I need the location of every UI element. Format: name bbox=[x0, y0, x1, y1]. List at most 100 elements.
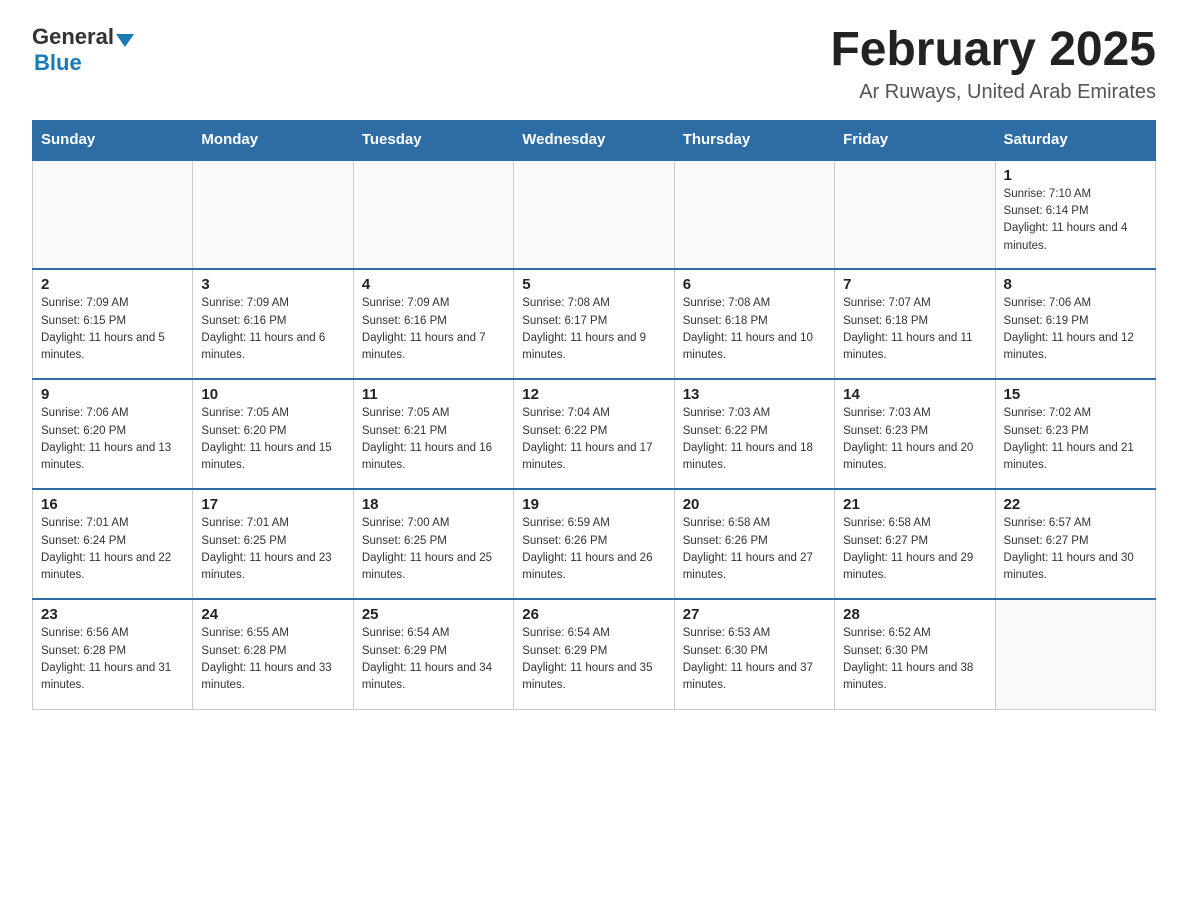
day-number: 4 bbox=[362, 276, 505, 293]
table-row bbox=[353, 159, 513, 269]
day-number: 22 bbox=[1004, 496, 1147, 513]
day-number: 8 bbox=[1004, 276, 1147, 293]
day-number: 14 bbox=[843, 386, 986, 403]
day-number: 10 bbox=[201, 386, 344, 403]
day-number: 6 bbox=[683, 276, 826, 293]
day-number: 3 bbox=[201, 276, 344, 293]
day-info: Sunrise: 6:57 AMSunset: 6:27 PMDaylight:… bbox=[1004, 515, 1147, 584]
day-info: Sunrise: 7:09 AMSunset: 6:15 PMDaylight:… bbox=[41, 295, 184, 364]
table-row: 3 Sunrise: 7:09 AMSunset: 6:16 PMDaylight… bbox=[193, 269, 353, 379]
day-info: Sunrise: 7:09 AMSunset: 6:16 PMDaylight:… bbox=[201, 295, 344, 364]
day-info: Sunrise: 6:58 AMSunset: 6:27 PMDaylight:… bbox=[843, 515, 986, 584]
day-number: 18 bbox=[362, 496, 505, 513]
day-info: Sunrise: 6:55 AMSunset: 6:28 PMDaylight:… bbox=[201, 625, 344, 694]
table-row: 27 Sunrise: 6:53 AMSunset: 6:30 PMDayligh… bbox=[674, 599, 834, 709]
day-number: 19 bbox=[522, 496, 665, 513]
day-number: 12 bbox=[522, 386, 665, 403]
table-row: 26 Sunrise: 6:54 AMSunset: 6:29 PMDayligh… bbox=[514, 599, 674, 709]
table-row: 25Sunrise: 6:54 AMSunset: 6:29 PMDayligh… bbox=[353, 599, 513, 709]
table-row bbox=[33, 159, 193, 269]
table-row: 2 Sunrise: 7:09 AMSunset: 6:15 PMDaylight… bbox=[33, 269, 193, 379]
day-info: Sunrise: 6:53 AMSunset: 6:30 PMDaylight:… bbox=[683, 625, 826, 694]
table-row: 16 Sunrise: 7:01 AMSunset: 6:24 PMDayligh… bbox=[33, 489, 193, 599]
table-row: 17 Sunrise: 7:01 AMSunset: 6:25 PMDayligh… bbox=[193, 489, 353, 599]
day-info: Sunrise: 7:08 AMSunset: 6:17 PMDaylight:… bbox=[522, 295, 665, 364]
calendar-week-row: 9 Sunrise: 7:06 AMSunset: 6:20 PMDaylight… bbox=[33, 379, 1156, 489]
table-row: 15 Sunrise: 7:02 AMSunset: 6:23 PMDayligh… bbox=[995, 379, 1155, 489]
calendar-header-row: Sunday Monday Tuesday Wednesday Thursday… bbox=[33, 120, 1156, 159]
table-row bbox=[995, 599, 1155, 709]
day-number: 11 bbox=[362, 386, 505, 403]
day-info: Sunrise: 7:00 AMSunset: 6:25 PMDaylight:… bbox=[362, 515, 505, 584]
day-number: 25 bbox=[362, 606, 505, 623]
day-number: 9 bbox=[41, 386, 184, 403]
table-row: 21 Sunrise: 6:58 AMSunset: 6:27 PMDayligh… bbox=[835, 489, 995, 599]
day-number: 26 bbox=[522, 606, 665, 623]
table-row: 14 Sunrise: 7:03 AMSunset: 6:23 PMDayligh… bbox=[835, 379, 995, 489]
table-row: 6 Sunrise: 7:08 AMSunset: 6:18 PMDaylight… bbox=[674, 269, 834, 379]
table-row: 22 Sunrise: 6:57 AMSunset: 6:27 PMDayligh… bbox=[995, 489, 1155, 599]
col-sunday: Sunday bbox=[33, 120, 193, 159]
table-row: 4 Sunrise: 7:09 AMSunset: 6:16 PMDaylight… bbox=[353, 269, 513, 379]
day-info: Sunrise: 7:08 AMSunset: 6:18 PMDaylight:… bbox=[683, 295, 826, 364]
day-info: Sunrise: 7:03 AMSunset: 6:23 PMDaylight:… bbox=[843, 405, 986, 474]
page-header: General Blue February 2025 Ar Ruways, Un… bbox=[32, 24, 1156, 104]
calendar-week-row: 1 Sunrise: 7:10 AMSunset: 6:14 PMDaylight… bbox=[33, 159, 1156, 269]
day-info: Sunrise: 7:10 AMSunset: 6:14 PMDaylight:… bbox=[1004, 186, 1147, 255]
table-row: 20Sunrise: 6:58 AMSunset: 6:26 PMDayligh… bbox=[674, 489, 834, 599]
day-number: 5 bbox=[522, 276, 665, 293]
table-row bbox=[674, 159, 834, 269]
month-title: February 2025 bbox=[830, 24, 1156, 77]
day-number: 2 bbox=[41, 276, 184, 293]
logo-blue-text: Blue bbox=[34, 50, 82, 76]
day-number: 28 bbox=[843, 606, 986, 623]
day-number: 16 bbox=[41, 496, 184, 513]
title-block: February 2025 Ar Ruways, United Arab Emi… bbox=[830, 24, 1156, 104]
logo: General Blue bbox=[32, 24, 134, 76]
table-row: 9 Sunrise: 7:06 AMSunset: 6:20 PMDaylight… bbox=[33, 379, 193, 489]
day-info: Sunrise: 7:04 AMSunset: 6:22 PMDaylight:… bbox=[522, 405, 665, 474]
location-subtitle: Ar Ruways, United Arab Emirates bbox=[830, 81, 1156, 104]
day-info: Sunrise: 7:05 AMSunset: 6:20 PMDaylight:… bbox=[201, 405, 344, 474]
day-number: 1 bbox=[1004, 167, 1147, 184]
day-number: 13 bbox=[683, 386, 826, 403]
col-friday: Friday bbox=[835, 120, 995, 159]
table-row: 12 Sunrise: 7:04 AMSunset: 6:22 PMDayligh… bbox=[514, 379, 674, 489]
day-info: Sunrise: 7:03 AMSunset: 6:22 PMDaylight:… bbox=[683, 405, 826, 474]
day-info: Sunrise: 7:02 AMSunset: 6:23 PMDaylight:… bbox=[1004, 405, 1147, 474]
day-number: 17 bbox=[201, 496, 344, 513]
day-info: Sunrise: 7:09 AMSunset: 6:16 PMDaylight:… bbox=[362, 295, 505, 364]
calendar-week-row: 16 Sunrise: 7:01 AMSunset: 6:24 PMDayligh… bbox=[33, 489, 1156, 599]
col-thursday: Thursday bbox=[674, 120, 834, 159]
calendar-week-row: 23Sunrise: 6:56 AMSunset: 6:28 PMDayligh… bbox=[33, 599, 1156, 709]
day-info: Sunrise: 7:01 AMSunset: 6:24 PMDaylight:… bbox=[41, 515, 184, 584]
day-number: 21 bbox=[843, 496, 986, 513]
day-info: Sunrise: 6:59 AMSunset: 6:26 PMDaylight:… bbox=[522, 515, 665, 584]
day-info: Sunrise: 6:52 AMSunset: 6:30 PMDaylight:… bbox=[843, 625, 986, 694]
table-row: 18 Sunrise: 7:00 AMSunset: 6:25 PMDayligh… bbox=[353, 489, 513, 599]
col-tuesday: Tuesday bbox=[353, 120, 513, 159]
table-row bbox=[835, 159, 995, 269]
table-row: 24 Sunrise: 6:55 AMSunset: 6:28 PMDayligh… bbox=[193, 599, 353, 709]
day-number: 27 bbox=[683, 606, 826, 623]
day-info: Sunrise: 7:06 AMSunset: 6:20 PMDaylight:… bbox=[41, 405, 184, 474]
day-info: Sunrise: 7:05 AMSunset: 6:21 PMDaylight:… bbox=[362, 405, 505, 474]
table-row: 7Sunrise: 7:07 AMSunset: 6:18 PMDaylight… bbox=[835, 269, 995, 379]
calendar-table: Sunday Monday Tuesday Wednesday Thursday… bbox=[32, 120, 1156, 710]
table-row: 5 Sunrise: 7:08 AMSunset: 6:17 PMDaylight… bbox=[514, 269, 674, 379]
table-row: 11 Sunrise: 7:05 AMSunset: 6:21 PMDayligh… bbox=[353, 379, 513, 489]
day-number: 7 bbox=[843, 276, 986, 293]
table-row bbox=[514, 159, 674, 269]
col-monday: Monday bbox=[193, 120, 353, 159]
day-number: 20 bbox=[683, 496, 826, 513]
day-number: 15 bbox=[1004, 386, 1147, 403]
table-row: 1 Sunrise: 7:10 AMSunset: 6:14 PMDaylight… bbox=[995, 159, 1155, 269]
day-number: 24 bbox=[201, 606, 344, 623]
table-row: 13 Sunrise: 7:03 AMSunset: 6:22 PMDayligh… bbox=[674, 379, 834, 489]
day-info: Sunrise: 6:56 AMSunset: 6:28 PMDaylight:… bbox=[41, 625, 184, 694]
day-info: Sunrise: 7:01 AMSunset: 6:25 PMDaylight:… bbox=[201, 515, 344, 584]
table-row: 23Sunrise: 6:56 AMSunset: 6:28 PMDayligh… bbox=[33, 599, 193, 709]
col-wednesday: Wednesday bbox=[514, 120, 674, 159]
col-saturday: Saturday bbox=[995, 120, 1155, 159]
day-info: Sunrise: 6:54 AMSunset: 6:29 PMDaylight:… bbox=[522, 625, 665, 694]
